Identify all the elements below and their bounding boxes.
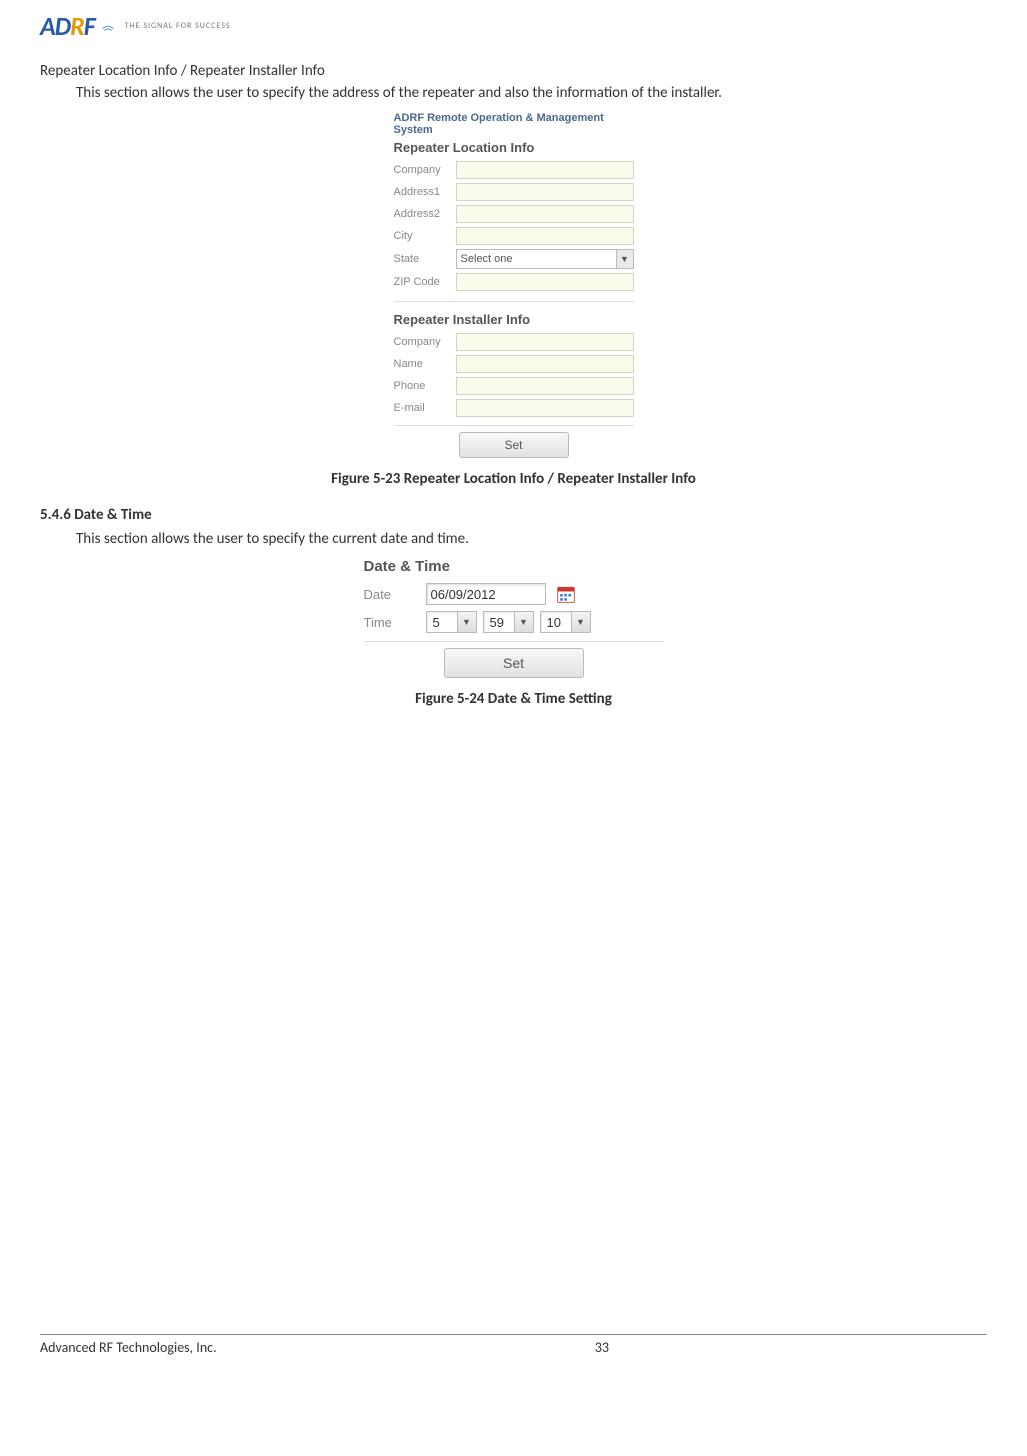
time-minute-select[interactable]: 59 ▼ bbox=[483, 611, 534, 633]
date-input[interactable] bbox=[426, 583, 546, 605]
time-hour-select[interactable]: 5 ▼ bbox=[426, 611, 477, 633]
subheading-5-4-6: 5.4.6 Date & Time bbox=[40, 506, 987, 524]
signal-icon bbox=[101, 19, 115, 33]
figure-caption-5-23: Figure 5-23 Repeater Location Info / Rep… bbox=[40, 470, 987, 488]
set-button-datetime[interactable]: Set bbox=[444, 648, 584, 678]
datetime-panel: Date & Time Date Time 5 ▼ bbox=[364, 558, 664, 678]
inst-phone-input[interactable] bbox=[456, 377, 634, 395]
calendar-icon[interactable] bbox=[556, 584, 576, 604]
set-button[interactable]: Set bbox=[459, 432, 569, 458]
figure-caption-5-24: Figure 5-24 Date & Time Setting bbox=[40, 690, 987, 708]
logo: ADRF THE SIGNAL FOR SUCCESS bbox=[40, 10, 987, 42]
location-info-heading: Repeater Location Info bbox=[394, 140, 634, 155]
label-address1: Address1 bbox=[394, 186, 456, 198]
section-title-repeater: Repeater Location Info / Repeater Instal… bbox=[40, 62, 987, 80]
datetime-heading: Date & Time bbox=[364, 558, 664, 575]
footer-company: Advanced RF Technologies, Inc. bbox=[40, 1339, 217, 1356]
label-city: City bbox=[394, 230, 456, 242]
logo-tagline: THE SIGNAL FOR SUCCESS bbox=[125, 21, 231, 31]
company-input[interactable] bbox=[456, 161, 634, 179]
time-minute-value: 59 bbox=[484, 615, 514, 630]
time-second-value: 10 bbox=[541, 615, 571, 630]
label-date: Date bbox=[364, 587, 426, 602]
section-desc-datetime: This section allows the user to specify … bbox=[76, 530, 987, 548]
label-inst-phone: Phone bbox=[394, 380, 456, 392]
inst-company-input[interactable] bbox=[456, 333, 634, 351]
zip-input[interactable] bbox=[456, 273, 634, 291]
label-address2: Address2 bbox=[394, 208, 456, 220]
page-footer: Advanced RF Technologies, Inc. 33 bbox=[40, 1334, 987, 1356]
label-zip: ZIP Code bbox=[394, 276, 456, 288]
label-inst-email: E-mail bbox=[394, 402, 456, 414]
time-hour-value: 5 bbox=[427, 615, 457, 630]
section-desc-repeater: This section allows the user to specify … bbox=[76, 84, 987, 102]
repeater-info-panel: ADRF Remote Operation & Management Syste… bbox=[394, 112, 634, 458]
inst-name-input[interactable] bbox=[456, 355, 634, 373]
label-company: Company bbox=[394, 164, 456, 176]
state-select-value: Select one bbox=[461, 253, 513, 265]
time-second-select[interactable]: 10 ▼ bbox=[540, 611, 591, 633]
city-input[interactable] bbox=[456, 227, 634, 245]
logo-text: ADRF bbox=[40, 10, 95, 42]
installer-info-heading: Repeater Installer Info bbox=[394, 312, 634, 327]
address1-input[interactable] bbox=[456, 183, 634, 201]
label-inst-name: Name bbox=[394, 358, 456, 370]
label-inst-company: Company bbox=[394, 336, 456, 348]
label-time: Time bbox=[364, 615, 426, 630]
label-state: State bbox=[394, 253, 456, 265]
footer-page-number: 33 bbox=[595, 1339, 609, 1356]
chevron-down-icon: ▼ bbox=[457, 612, 476, 632]
address2-input[interactable] bbox=[456, 205, 634, 223]
chevron-down-icon: ▼ bbox=[514, 612, 533, 632]
panel-separator bbox=[394, 301, 634, 302]
chevron-down-icon: ▼ bbox=[616, 250, 633, 268]
inst-email-input[interactable] bbox=[456, 399, 634, 417]
chevron-down-icon: ▼ bbox=[571, 612, 590, 632]
panel-banner: ADRF Remote Operation & Management Syste… bbox=[394, 112, 634, 136]
state-select[interactable]: Select one ▼ bbox=[456, 249, 634, 269]
